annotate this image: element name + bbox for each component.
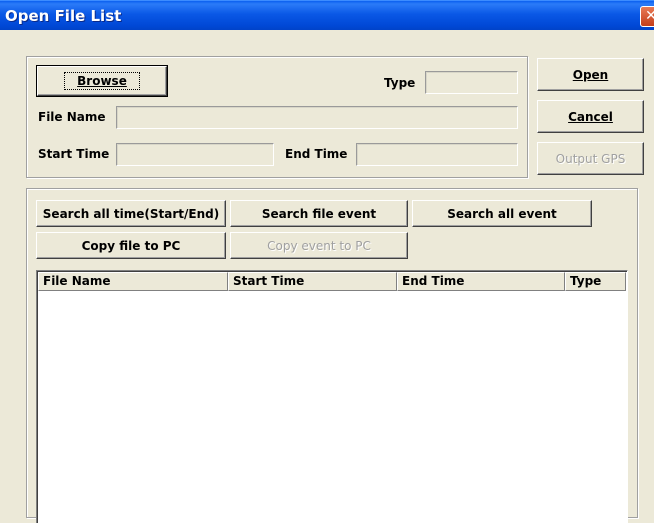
type-field[interactable] xyxy=(425,71,518,94)
start-time-field[interactable] xyxy=(116,143,274,166)
browse-label: Browse xyxy=(64,72,140,90)
title-bar[interactable]: Open File List ✕ xyxy=(0,0,654,30)
search-file-event-label: Search file event xyxy=(261,206,377,221)
search-all-time-button[interactable]: Search all time(Start/End) xyxy=(36,200,226,227)
search-all-time-label: Search all time(Start/End) xyxy=(42,206,220,221)
window-title: Open File List xyxy=(5,7,122,25)
start-time-label: Start Time xyxy=(38,147,110,161)
cancel-button[interactable]: Cancel xyxy=(537,100,644,133)
cancel-label: Cancel xyxy=(568,109,613,124)
file-list-view[interactable]: File Name Start Time End Time Type xyxy=(36,270,628,523)
dialog-body: Browse Type File Name Start Time End Tim… xyxy=(0,30,654,523)
close-icon: ✕ xyxy=(645,8,654,24)
search-file-event-button[interactable]: Search file event xyxy=(230,200,408,227)
search-all-event-label: Search all event xyxy=(447,206,557,221)
file-name-field[interactable] xyxy=(116,106,518,129)
copy-file-button[interactable]: Copy file to PC xyxy=(36,232,226,259)
type-label: Type xyxy=(384,76,416,90)
column-header-end-time[interactable]: End Time xyxy=(397,272,565,291)
file-name-label: File Name xyxy=(38,110,106,124)
browse-button[interactable]: Browse xyxy=(36,65,168,97)
column-header-start-time[interactable]: Start Time xyxy=(228,272,397,291)
open-label: Open xyxy=(572,67,609,82)
search-all-event-button[interactable]: Search all event xyxy=(412,200,592,227)
end-time-field[interactable] xyxy=(356,143,518,166)
list-header: File Name Start Time End Time Type xyxy=(38,272,626,291)
copy-file-label: Copy file to PC xyxy=(81,238,181,253)
open-button[interactable]: Open xyxy=(537,58,644,91)
copy-event-button[interactable]: Copy event to PC xyxy=(230,232,408,259)
close-button[interactable]: ✕ xyxy=(640,6,654,27)
column-header-file-name[interactable]: File Name xyxy=(38,272,228,291)
end-time-label: End Time xyxy=(285,147,348,161)
column-header-type[interactable]: Type xyxy=(565,272,626,291)
output-gps-button[interactable]: Output GPS xyxy=(537,142,644,175)
copy-event-label: Copy event to PC xyxy=(267,238,371,253)
output-gps-label: Output GPS xyxy=(555,151,626,166)
